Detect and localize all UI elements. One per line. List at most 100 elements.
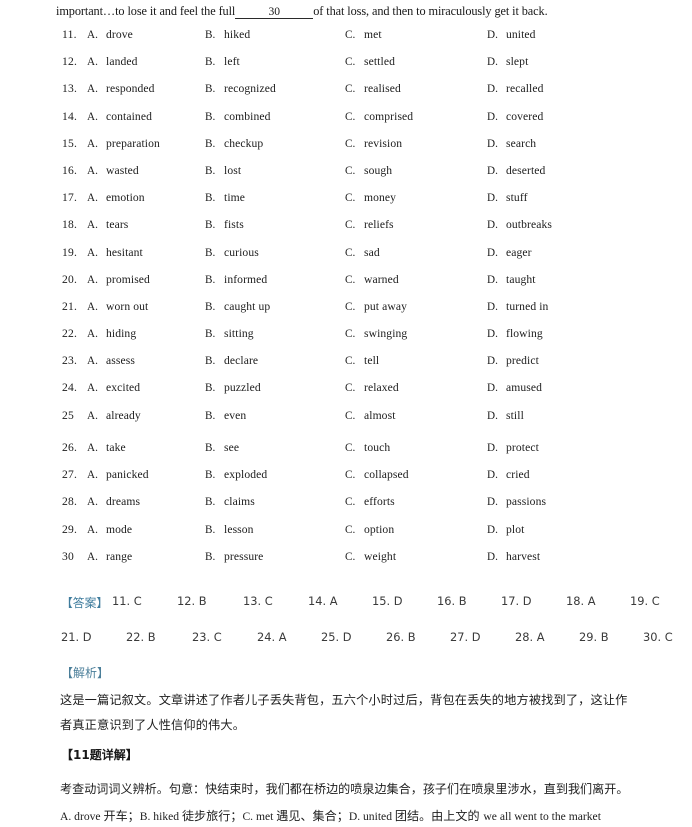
option-text: panicked <box>106 468 149 482</box>
option-letter-a: A. <box>87 355 99 368</box>
option-text: money <box>364 191 397 205</box>
option-a[interactable]: A. already <box>87 409 141 422</box>
option-c[interactable]: C. efforts <box>345 495 395 508</box>
option-c[interactable]: C. put away <box>345 300 407 313</box>
option-b[interactable]: B. informed <box>205 273 267 286</box>
option-c[interactable]: C. reliefs <box>345 218 394 231</box>
option-d[interactable]: D. harvest <box>487 550 540 563</box>
option-b[interactable]: B. even <box>205 409 246 422</box>
answer-item: 24. A <box>257 630 287 644</box>
option-a[interactable]: A. worn out <box>87 300 148 313</box>
option-b[interactable]: B. recognized <box>205 82 276 95</box>
option-c[interactable]: C. met <box>345 28 382 41</box>
option-d[interactable]: D. protect <box>487 441 539 454</box>
option-b[interactable]: B. combined <box>205 110 271 123</box>
option-a[interactable]: A. hesitant <box>87 246 143 259</box>
choice-row: 11. A. drove B. hiked C. met D. united <box>0 28 692 55</box>
option-c[interactable]: C. touch <box>345 441 390 454</box>
option-b[interactable]: B. checkup <box>205 137 263 150</box>
option-b[interactable]: B. claims <box>205 495 255 508</box>
option-c[interactable]: C. realised <box>345 82 401 95</box>
option-a[interactable]: A. hiding <box>87 327 136 340</box>
option-d[interactable]: D. amused <box>487 381 542 394</box>
option-d[interactable]: D. cried <box>487 468 530 481</box>
option-b[interactable]: B. fists <box>205 218 244 231</box>
option-d[interactable]: D. turned in <box>487 300 548 313</box>
answer-item: 22. B <box>126 630 156 644</box>
option-text: harvest <box>506 549 541 563</box>
option-d[interactable]: D. slept <box>487 55 528 68</box>
option-d[interactable]: D. predict <box>487 354 539 367</box>
detail-11-segment: B. hiked <box>139 810 182 823</box>
option-b[interactable]: B. time <box>205 191 245 204</box>
option-b[interactable]: B. left <box>205 55 240 68</box>
option-letter-c: C. <box>345 442 356 454</box>
option-b[interactable]: B. exploded <box>205 468 267 481</box>
option-d[interactable]: D. deserted <box>487 164 545 177</box>
option-letter-d: D. <box>487 29 499 41</box>
option-c[interactable]: C. comprised <box>345 110 413 123</box>
option-b[interactable]: B. declare <box>205 354 258 367</box>
option-a[interactable]: A. mode <box>87 523 132 536</box>
option-c[interactable]: C. almost <box>345 409 396 422</box>
option-c[interactable]: C. swinging <box>345 327 407 340</box>
option-letter-c: C. <box>345 328 356 341</box>
option-text: drove <box>106 28 133 41</box>
option-a[interactable]: A. excited <box>87 381 140 394</box>
option-a[interactable]: A. panicked <box>87 468 149 481</box>
option-b[interactable]: B. lost <box>205 164 241 177</box>
option-d[interactable]: D. passions <box>487 495 546 508</box>
option-c[interactable]: C. weight <box>345 550 396 563</box>
option-a[interactable]: A. drove <box>87 28 133 41</box>
option-b[interactable]: B. see <box>205 441 239 454</box>
option-a[interactable]: A. tears <box>87 218 128 231</box>
question-number: 24. <box>62 381 78 395</box>
option-text: predict <box>506 354 539 368</box>
option-d[interactable]: D. plot <box>487 523 524 536</box>
option-a[interactable]: A. landed <box>87 55 138 68</box>
option-b[interactable]: B. sitting <box>205 327 254 340</box>
option-d[interactable]: D. outbreaks <box>487 218 552 231</box>
option-c[interactable]: C. revision <box>345 137 402 150</box>
option-a[interactable]: A. promised <box>87 273 150 286</box>
option-d[interactable]: D. covered <box>487 110 543 123</box>
option-c[interactable]: C. settled <box>345 55 395 68</box>
option-a[interactable]: A. emotion <box>87 191 145 204</box>
option-d[interactable]: D. search <box>487 137 536 150</box>
option-text: realised <box>364 82 401 96</box>
option-b[interactable]: B. curious <box>205 246 259 259</box>
option-b[interactable]: B. hiked <box>205 28 250 41</box>
option-d[interactable]: D. stuff <box>487 191 528 204</box>
option-c[interactable]: C. money <box>345 191 396 204</box>
option-a[interactable]: A. assess <box>87 354 135 367</box>
option-text: assess <box>106 354 135 368</box>
option-b[interactable]: B. puzzled <box>205 381 261 394</box>
option-c[interactable]: C. tell <box>345 354 379 367</box>
option-letter-b: B. <box>205 550 216 563</box>
option-d[interactable]: D. flowing <box>487 327 543 340</box>
option-d[interactable]: D. still <box>487 409 524 422</box>
option-d[interactable]: D. taught <box>487 273 536 286</box>
option-b[interactable]: B. lesson <box>205 523 254 536</box>
choice-row: 19. A. hesitant B. curious C. sad D. eager <box>0 246 692 273</box>
option-d[interactable]: D. eager <box>487 246 532 259</box>
option-b[interactable]: B. caught up <box>205 300 270 313</box>
option-c[interactable]: C. sad <box>345 246 380 259</box>
option-b[interactable]: B. pressure <box>205 550 263 563</box>
option-letter-a: A. <box>87 29 99 41</box>
option-a[interactable]: A. responded <box>87 82 155 95</box>
option-a[interactable]: A. contained <box>87 110 152 123</box>
option-c[interactable]: C. collapsed <box>345 468 409 481</box>
option-letter-b: B. <box>205 496 216 509</box>
option-c[interactable]: C. relaxed <box>345 381 399 394</box>
option-a[interactable]: A. range <box>87 550 132 563</box>
option-c[interactable]: C. warned <box>345 273 399 286</box>
option-c[interactable]: C. sough <box>345 164 392 177</box>
option-a[interactable]: A. dreams <box>87 495 140 508</box>
option-d[interactable]: D. recalled <box>487 82 543 95</box>
option-c[interactable]: C. option <box>345 523 394 536</box>
option-a[interactable]: A. wasted <box>87 164 139 177</box>
option-d[interactable]: D. united <box>487 28 536 41</box>
option-a[interactable]: A. preparation <box>87 137 160 150</box>
option-a[interactable]: A. take <box>87 441 126 454</box>
